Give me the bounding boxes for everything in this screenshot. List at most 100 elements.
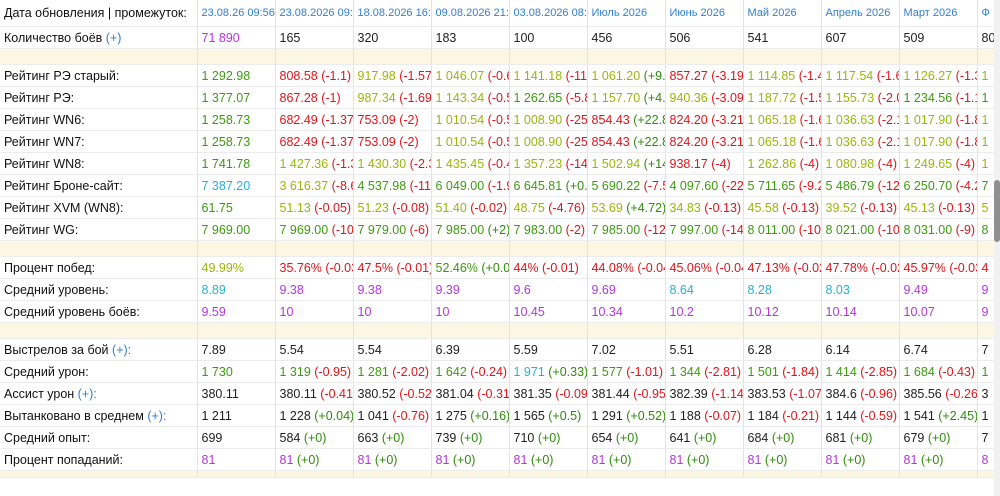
cell-delta: (-2.17 (877, 112, 898, 127)
cell-delta: (-4) (799, 156, 820, 171)
row-label-text: Рейтинг WN7: (4, 134, 85, 149)
column-header-0: 23.08.26 09:56 (197, 0, 276, 27)
cell-value: 71 890 (201, 30, 240, 45)
cell: 8.28 (743, 278, 822, 301)
cell-delta: (-2.03 (877, 90, 898, 105)
cell-value: 8 (981, 452, 989, 467)
cell-delta: (-3.21) (711, 112, 742, 127)
expand-link[interactable]: (+) (106, 31, 122, 45)
cell-value: 51.40 (435, 200, 467, 215)
cell-delta: (-2) (399, 134, 419, 149)
cell-value: 506 (669, 30, 691, 45)
cell-value: 1 008.90 (513, 112, 563, 127)
cell: 80 (977, 26, 994, 49)
cell: 1 262.86 (-4) (743, 152, 822, 175)
expand-link[interactable]: (+): (112, 343, 131, 357)
cell: 61.75 (197, 196, 276, 219)
column-header-8[interactable]: Апрель 2026 (821, 0, 900, 27)
column-header-2[interactable]: 18.08.2026 16:19 (353, 0, 432, 27)
cell: 9.49 (899, 278, 978, 301)
expand-link[interactable]: (+): (78, 387, 97, 401)
row-avg-tier: Средний уровень: 8.89 9.38 9.38 9.39 9.6 9.69 8… (0, 278, 994, 301)
cell-value: 8 (981, 222, 989, 237)
cell: 940.36 (-3.09) (665, 86, 744, 109)
cell-value: 7.02 (591, 342, 616, 357)
cell-value: 1 017.90 (903, 112, 953, 127)
cell-value: 1 435.45 (435, 156, 485, 171)
cell-delta: (-10) (877, 222, 898, 237)
cell-value: 381.35 (513, 386, 552, 401)
cell-value: 1 036.63 (825, 112, 875, 127)
column-header-7[interactable]: Май 2026 (743, 0, 822, 27)
cell-value: 81 (825, 452, 840, 467)
cell: 808.58 (-1.1) (275, 64, 354, 87)
cell-delta: (+2.45) (938, 408, 977, 423)
cell-value: 81 (747, 452, 762, 467)
expand-link[interactable]: (+): (147, 409, 166, 423)
cell-value: 7 (981, 342, 989, 357)
cell: 6.28 (743, 338, 822, 361)
cell: 49.99% (197, 256, 276, 279)
cell-delta: (+22.81 (633, 134, 664, 149)
cell: 5.54 (353, 338, 432, 361)
rating-re-label: Рейтинг РЭ: (0, 86, 198, 109)
cell-value: 5 486.79 (825, 178, 875, 193)
cell-value: 509 (903, 30, 925, 45)
cell-value: 1 157.70 (591, 90, 641, 105)
cell-value: 1 281 (357, 364, 389, 379)
cell-value: 100 (513, 30, 535, 45)
column-header-10[interactable]: Ф (977, 0, 994, 27)
cell-delta: (-0.31) (477, 386, 508, 401)
cell-delta: (+0) (608, 452, 632, 467)
header-row: Дата обновления | промежуток: 23.08.26 09… (0, 0, 994, 27)
cell: 381.35 (-0.09) (509, 382, 588, 405)
cell-value: 6 250.70 (903, 178, 953, 193)
cell: 1 501 (-1.84) (743, 360, 822, 383)
cell-delta: (-3.19) (711, 68, 742, 83)
cell-delta: (-0.03) (325, 260, 352, 275)
cell-value: 1 249.65 (903, 156, 953, 171)
cell: 1 435.45 (-0.48 (431, 152, 510, 175)
cell-delta: (-0.26) (945, 386, 976, 401)
cell-value: 1 041 (357, 408, 389, 423)
cell-value: 1 010.54 (435, 112, 485, 127)
cell-value: 1 046.07 (435, 68, 485, 83)
cell-value: 9.59 (201, 304, 226, 319)
cell: 1 502.94 (+143 (587, 152, 666, 175)
row-label-text: Рейтинг WG: (4, 222, 79, 237)
cell-value: 81 (669, 452, 684, 467)
cell-value: 81 (279, 452, 294, 467)
column-header-9[interactable]: Март 2026 (899, 0, 978, 27)
stats-table-container: Дата обновления | промежуток: 23.08.26 09… (0, 0, 994, 496)
scrollbar-thumb[interactable] (994, 180, 1000, 242)
cell-delta: (-0.02) (871, 260, 898, 275)
column-header-4[interactable]: 03.08.2026 08:56 (509, 0, 588, 27)
cell-delta: (-1.14) (711, 386, 742, 401)
cell-value: 45.06% (669, 260, 712, 275)
section-divider (0, 240, 994, 257)
cell: 1 (977, 404, 994, 427)
cell-value: 699 (201, 430, 223, 445)
cell: 682.49 (-1.37) (275, 130, 354, 153)
vertical-scrollbar[interactable] (994, 0, 1000, 496)
cell: 81 (+0) (587, 448, 666, 471)
cell-value: 1 642 (435, 364, 467, 379)
column-header-6[interactable]: Июнь 2026 (665, 0, 744, 27)
cell-value: 4 537.98 (357, 178, 407, 193)
cell-delta: (-2.02) (392, 364, 430, 379)
column-header-1[interactable]: 23.08.2026 09:56 (275, 0, 354, 27)
row-rating-re: Рейтинг РЭ: 1 377.07 867.28 (-1) 987.34 (-1… (0, 86, 994, 109)
row-label-text: Ассист урон (4, 386, 75, 401)
cell-value: 5.54 (357, 342, 382, 357)
cell-value: 1 684 (903, 364, 935, 379)
cell-delta: (-1.84) (782, 364, 820, 379)
cell-value: 753.09 (357, 134, 396, 149)
row-rating-re-old: Рейтинг РЭ старый: 1 292.98 808.58 (-1.1) 9… (0, 64, 994, 87)
cell-delta: (-4) (711, 156, 731, 171)
cell: 34.83 (-0.13) (665, 196, 744, 219)
column-header-5[interactable]: Июль 2026 (587, 0, 666, 27)
column-header-3[interactable]: 09.08.2026 21:40 (431, 0, 510, 27)
cell-delta: (-4) (955, 156, 976, 171)
cell: 7 997.00 (-14) (665, 218, 744, 241)
cell-value: 383.53 (747, 386, 786, 401)
